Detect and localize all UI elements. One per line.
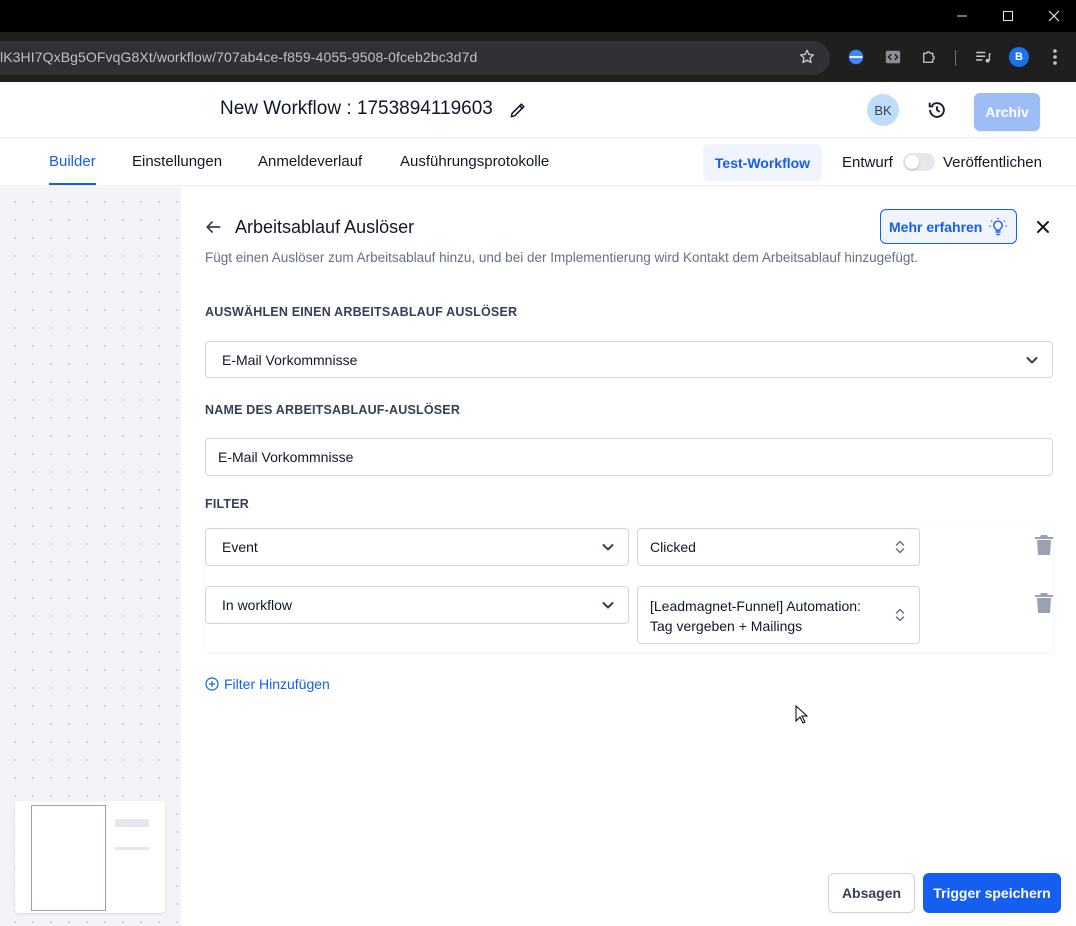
name-section-label: NAME DES ARBEITSABLAUF-AUSLÖSER <box>205 403 461 417</box>
learn-more-label: Mehr erfahren <box>889 218 983 235</box>
plus-circle-icon <box>205 677 219 691</box>
filter-field-value: Event <box>222 539 258 555</box>
browser-menu-icon[interactable] <box>1045 47 1065 67</box>
save-trigger-button[interactable]: Trigger speichern <box>923 873 1061 913</box>
back-arrow-icon[interactable] <box>203 217 223 237</box>
archive-button[interactable]: Archiv <box>974 93 1040 131</box>
filter-value-select[interactable]: [Leadmagnet-Funnel] Automation: Tag verg… <box>637 586 920 644</box>
chevron-down-icon <box>1024 352 1040 368</box>
filter-value-text: Clicked <box>650 539 696 555</box>
learn-more-button[interactable]: Mehr erfahren <box>880 209 1017 244</box>
active-tab-indicator <box>49 183 96 185</box>
minimap-viewport[interactable] <box>31 805 106 911</box>
filter-field-select[interactable]: In workflow <box>205 586 629 624</box>
add-filter-label: Filter Hinzufügen <box>224 676 330 692</box>
publish-label: Veröffentlichen <box>943 154 1042 171</box>
filter-value-select[interactable]: Clicked <box>637 528 920 566</box>
minimap-node <box>115 847 149 850</box>
close-icon[interactable] <box>1034 218 1052 236</box>
mouse-cursor-icon <box>795 704 809 725</box>
filter-section-label: FILTER <box>205 497 250 511</box>
delete-filter-icon[interactable] <box>1034 592 1054 614</box>
address-bar[interactable]: lK3HI7QxBg5OFvqG8Xt/workflow/707ab4ce-f8… <box>0 41 830 75</box>
filter-field-select[interactable]: Event <box>205 528 629 566</box>
chevron-down-icon <box>600 597 616 613</box>
app-header: New Workflow : 1753894119603 BK Archiv <box>0 82 1076 138</box>
delete-filter-icon[interactable] <box>1034 534 1054 556</box>
minimap[interactable] <box>15 801 165 913</box>
extensions-puzzle-icon[interactable] <box>919 47 939 67</box>
media-playlist-icon[interactable] <box>973 47 993 67</box>
user-avatar[interactable]: BK <box>867 94 899 126</box>
filter-value-line: [Leadmagnet-Funnel] Automation: <box>650 598 861 614</box>
lightbulb-icon <box>988 217 1008 237</box>
url-text: lK3HI7QxBg5OFvqG8Xt/workflow/707ab4ce-f8… <box>0 49 478 65</box>
extension-code-icon[interactable] <box>883 47 903 67</box>
panel-description: Fügt einen Auslöser zum Arbeitsablauf hi… <box>205 250 918 265</box>
bookmark-star-icon[interactable] <box>797 47 817 67</box>
updown-chevron-icon <box>893 606 907 624</box>
trigger-panel: Arbeitsablauf Auslöser Mehr erfahren Füg… <box>181 187 1076 926</box>
workflow-title: New Workflow : 1753894119603 <box>220 98 493 119</box>
trigger-name-value: E-Mail Vorkommnisse <box>218 449 354 465</box>
maximize-icon[interactable] <box>998 6 1018 26</box>
minimap-node <box>115 819 149 827</box>
window-close-icon[interactable] <box>1044 6 1064 26</box>
minimize-icon[interactable] <box>952 6 972 26</box>
filter-value-line: Tag vergeben + Mailings <box>650 618 803 634</box>
extension-globe-icon[interactable] <box>846 47 866 67</box>
chevron-down-icon <box>600 539 616 555</box>
tab-enrollment-history[interactable]: Anmeldeverlauf <box>258 153 362 170</box>
trigger-section-label: AUSWÄHLEN EINEN ARBEITSABLAUF AUSLÖSER <box>205 305 518 319</box>
filter-field-value: In workflow <box>222 597 293 613</box>
trigger-type-value: E-Mail Vorkommnisse <box>222 351 358 368</box>
publish-toggle[interactable] <box>903 153 935 171</box>
tab-execution-logs[interactable]: Ausführungsprotokolle <box>400 153 549 170</box>
profile-avatar[interactable]: B <box>1009 47 1029 67</box>
panel-title: Arbeitsablauf Auslöser <box>235 217 415 237</box>
window-titlebar <box>0 0 1076 32</box>
history-icon[interactable] <box>926 99 948 121</box>
workflow-tabs: Builder Einstellungen Anmeldeverlauf Aus… <box>0 138 1076 186</box>
trigger-type-select[interactable]: E-Mail Vorkommnisse <box>205 341 1053 378</box>
draft-label: Entwurf <box>842 154 893 171</box>
toolbar-separator <box>955 50 956 66</box>
tab-settings[interactable]: Einstellungen <box>132 153 222 170</box>
test-workflow-button[interactable]: Test-Workflow <box>703 144 822 181</box>
add-filter-link[interactable]: Filter Hinzufügen <box>205 676 330 692</box>
browser-toolbar: lK3HI7QxBg5OFvqG8Xt/workflow/707ab4ce-f8… <box>0 32 1076 82</box>
toggle-knob <box>905 155 919 169</box>
updown-chevron-icon <box>893 538 907 556</box>
edit-pencil-icon[interactable] <box>508 100 528 120</box>
cancel-button[interactable]: Absagen <box>828 873 915 913</box>
workflow-canvas[interactable] <box>0 187 181 926</box>
tab-builder[interactable]: Builder <box>49 153 96 170</box>
trigger-name-input[interactable]: E-Mail Vorkommnisse <box>205 438 1053 476</box>
